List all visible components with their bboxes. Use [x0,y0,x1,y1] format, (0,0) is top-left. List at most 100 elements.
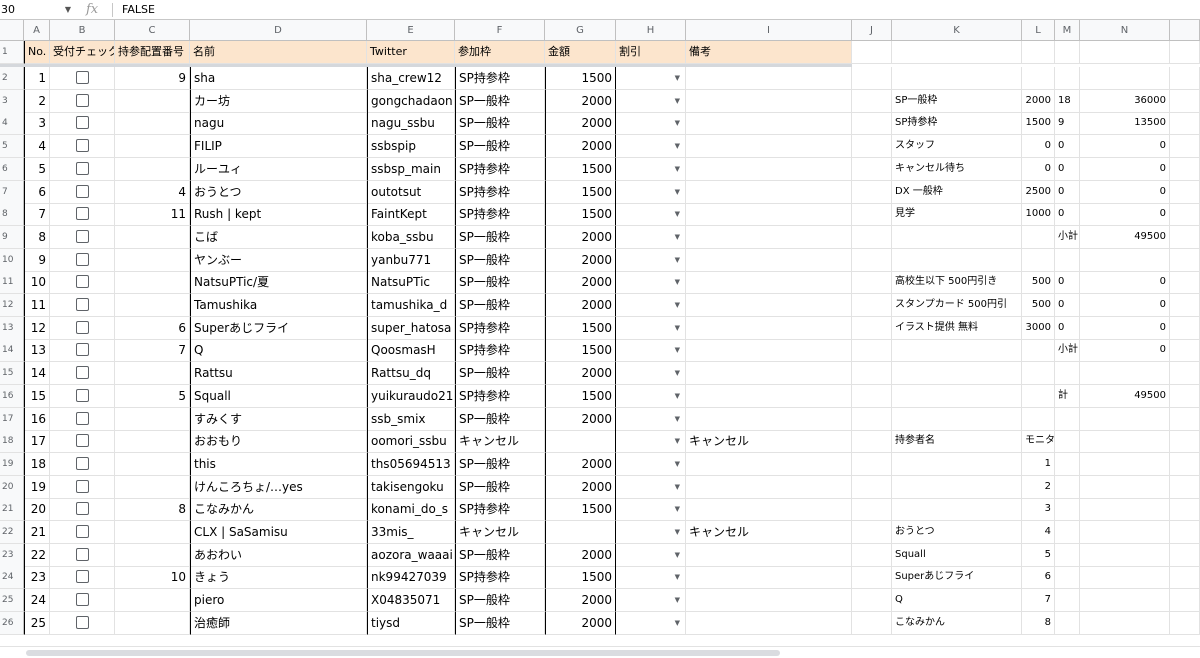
cell-slot[interactable] [115,521,190,544]
cell-slot[interactable] [115,475,190,499]
row-number[interactable]: 8 [0,203,24,227]
cell-summary-label[interactable] [892,339,1022,363]
cell-name[interactable]: Tamushika [190,294,367,317]
cell-name[interactable]: おおもり [190,430,367,454]
dropdown-arrow-icon[interactable]: ▼ [675,181,680,203]
cell-name[interactable]: こば [190,225,367,249]
cell-slot[interactable]: 4 [115,180,190,204]
cell-discount[interactable]: ▼ [616,543,686,567]
cell-summary-count[interactable] [1055,67,1080,90]
cell-slot[interactable] [115,157,190,181]
row-number[interactable]: 10 [0,248,24,272]
cell-o[interactable] [1170,135,1200,159]
cell-twitter[interactable]: yanbu771 [367,248,455,272]
cell-summary-count[interactable]: 計 [1055,384,1080,408]
cell-o[interactable] [1170,112,1200,136]
cell-summary-label[interactable]: Superあじフライ [892,566,1022,590]
dropdown-arrow-icon[interactable]: ▼ [675,249,680,271]
checkbox[interactable] [75,139,89,153]
cell-slot[interactable]: 8 [115,498,190,522]
cell-amount[interactable]: 2000 [545,611,616,635]
dropdown-arrow-icon[interactable]: ▼ [675,339,680,361]
checkbox[interactable] [75,229,89,243]
cell-twitter[interactable]: yuikuraudo21 [367,384,455,408]
header-discount[interactable]: 割引 [616,41,686,64]
cell-summary-count[interactable] [1055,407,1080,431]
cell-checkbox[interactable] [50,316,115,340]
cell-discount[interactable]: ▼ [616,498,686,522]
cell-amount[interactable]: 2000 [545,452,616,476]
cell-checkbox[interactable] [50,203,115,227]
dropdown-arrow-icon[interactable]: ▼ [675,317,680,339]
cell-twitter[interactable]: 33mis_ [367,521,455,544]
cell-twitter[interactable]: takisengoku [367,475,455,499]
cell-checkbox[interactable] [50,89,115,113]
cell-note[interactable] [686,294,852,317]
cell-no[interactable]: 2 [24,89,50,113]
cell-name[interactable]: piero [190,589,367,613]
cell-summary-label[interactable]: こなみかん [892,611,1022,635]
cell-category[interactable]: SP一般枠 [455,543,545,567]
cell-slot[interactable] [115,589,190,613]
cell-name[interactable]: けんころちょ/…yes [190,475,367,499]
cell-summary-label[interactable] [892,67,1022,90]
cell-note[interactable] [686,452,852,476]
cell-summary-total[interactable]: 0 [1080,316,1170,340]
cell-amount[interactable]: 2000 [545,362,616,386]
cell-discount[interactable]: ▼ [616,611,686,635]
cell-discount[interactable]: ▼ [616,203,686,227]
cell-j[interactable] [852,589,892,613]
cell-discount[interactable]: ▼ [616,89,686,113]
cell-j[interactable] [852,407,892,431]
cell-note[interactable] [686,316,852,340]
checkbox[interactable] [75,207,89,221]
dropdown-arrow-icon[interactable]: ▼ [675,476,680,498]
cell-summary-total[interactable] [1080,475,1170,499]
cell-category[interactable]: SP持参枠 [455,339,545,363]
cell-summary-count[interactable]: 小計 [1055,225,1080,249]
cell-twitter[interactable]: gongchadaon [367,89,455,113]
cell-summary-count[interactable] [1055,248,1080,272]
cell-summary-total[interactable]: 0 [1080,203,1170,227]
cell-discount[interactable]: ▼ [616,589,686,613]
cell-no[interactable]: 21 [24,521,50,544]
cell-discount[interactable]: ▼ [616,566,686,590]
cell-discount[interactable]: ▼ [616,452,686,476]
cell-name[interactable]: Superあじフライ [190,316,367,340]
cell-checkbox[interactable] [50,135,115,159]
cell-note[interactable] [686,407,852,431]
cell-twitter[interactable]: outotsut [367,180,455,204]
dropdown-arrow-icon[interactable]: ▼ [675,566,680,588]
cell-note[interactable] [686,67,852,90]
cell-note[interactable] [686,498,852,522]
cell-amount[interactable] [545,521,616,544]
cell-discount[interactable]: ▼ [616,339,686,363]
cell-checkbox[interactable] [50,430,115,454]
dropdown-arrow-icon[interactable]: ▼ [675,67,680,89]
cell-summary-label[interactable]: Squall [892,543,1022,567]
cell-checkbox[interactable] [50,475,115,499]
cell-summary-label[interactable]: イラスト提供 無料 [892,316,1022,340]
cell-note[interactable]: キャンセル [686,430,852,454]
cell-slot[interactable]: 10 [115,566,190,590]
cell-summary-total[interactable] [1080,452,1170,476]
cell-summary-total[interactable] [1080,248,1170,272]
cell-summary-price[interactable]: 3 [1022,498,1055,522]
cell-o[interactable] [1170,407,1200,431]
column-header-b[interactable]: B [50,20,115,41]
cell-checkbox[interactable] [50,589,115,613]
cell-summary-price[interactable]: 8 [1022,611,1055,635]
cell-category[interactable]: SP一般枠 [455,407,545,431]
cell-j[interactable] [852,475,892,499]
row-number[interactable]: 1 [0,41,24,64]
cell-summary-label[interactable]: SP一般枠 [892,89,1022,113]
cell-summary-count[interactable]: 0 [1055,271,1080,295]
cell-amount[interactable]: 2000 [545,248,616,272]
cell-category[interactable]: SP持参枠 [455,180,545,204]
cell-summary-label[interactable] [892,248,1022,272]
cell-summary-label[interactable]: スタンプカード 500円引 [892,294,1022,317]
dropdown-arrow-icon[interactable]: ▼ [675,112,680,134]
cell-amount[interactable]: 2000 [545,135,616,159]
cell-twitter[interactable]: NatsuPTic [367,271,455,295]
cell-j[interactable] [852,430,892,454]
